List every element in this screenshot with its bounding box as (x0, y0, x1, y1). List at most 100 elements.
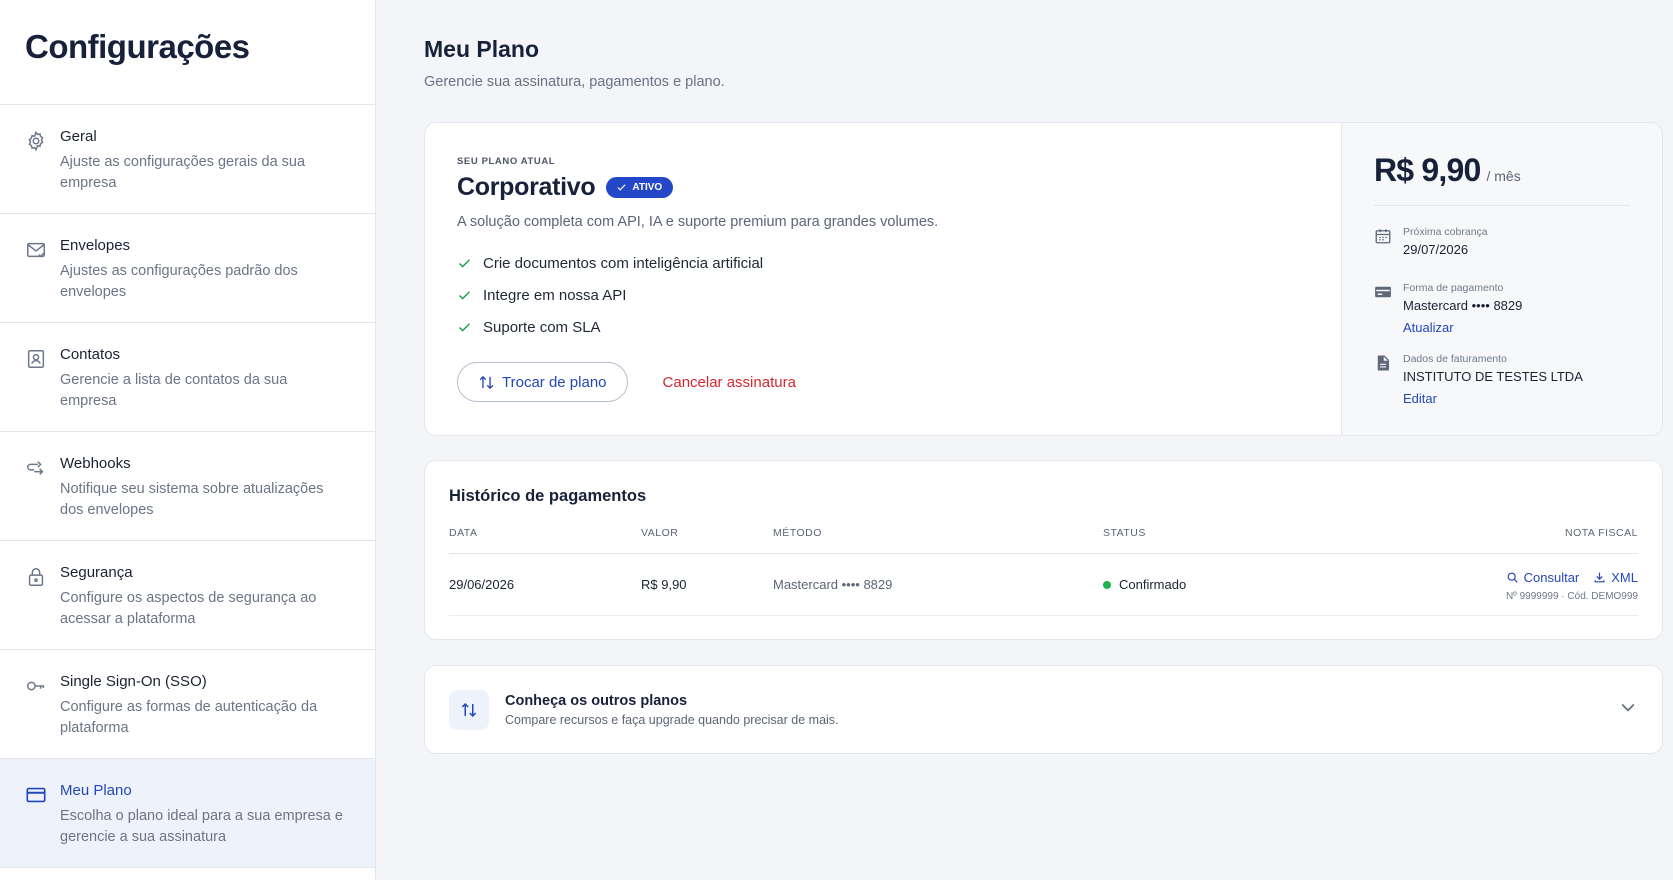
plan-feature-label: Integre em nossa API (483, 286, 627, 304)
app-root: Configurações Geral Ajuste as configuraç… (0, 0, 1673, 880)
column-header-status: STATUS (1103, 527, 1146, 539)
invoice-cell: Consultar XML Nº 9999999 · Cód. DEMO999 (1403, 568, 1638, 602)
price-row: R$ 9,90 / mês (1374, 152, 1630, 206)
plan-price-period: / mês (1486, 168, 1521, 184)
invoice-meta: Nº 9999999 · Cód. DEMO999 (1505, 590, 1638, 602)
plan-price: R$ 9,90 (1374, 152, 1481, 188)
next-charge-value: 29/07/2026 (1403, 242, 1469, 257)
page-title: Meu Plano (424, 36, 540, 62)
change-plan-button[interactable]: Trocar de plano (457, 362, 628, 402)
payment-date: 29/06/2026 (449, 577, 515, 592)
check-icon (617, 184, 626, 191)
sidebar-item-desc: Configure os aspectos de segurança ao ac… (60, 590, 317, 627)
calendar-icon (1374, 227, 1392, 245)
sidebar-item-contatos[interactable]: Contatos Gerencie a lista de contatos da… (0, 323, 375, 432)
payment-method-value: Mastercard •••• 8829 (1403, 298, 1523, 313)
column-header-invoice: NOTA FISCAL (1565, 527, 1638, 539)
chevron-down-icon (1618, 697, 1638, 722)
column-header-method: MÉTODO (773, 527, 822, 539)
other-plans-toggle[interactable]: Conheça os outros planos Compare recurso… (424, 665, 1663, 754)
document-icon (1374, 354, 1392, 372)
sidebar-item-sso[interactable]: Single Sign-On (SSO) Configure as formas… (0, 650, 375, 759)
payment-method: Mastercard •••• 8829 (773, 577, 893, 592)
sidebar-item-label: Geral (60, 128, 97, 145)
cancel-subscription-button[interactable]: Cancelar assinatura (663, 374, 796, 391)
plan-feature: Crie documentos com inteligência artific… (457, 247, 1309, 279)
payment-status: Confirmado (1103, 577, 1403, 592)
table-header: DATA VALOR MÉTODO STATUS NOTA FISCAL (449, 527, 1638, 554)
other-plans-text: Conheça os outros planos Compare recurso… (505, 693, 1618, 727)
column-header-date: DATA (449, 527, 478, 539)
plan-name: Corporativo (457, 173, 596, 201)
billing-data-info: Dados de faturamento INSTITUTO DE TESTES… (1374, 353, 1630, 406)
gear-icon (25, 130, 47, 152)
billing-data-label: Dados de faturamento (1403, 353, 1507, 365)
payment-value: R$ 9,90 (641, 577, 687, 592)
search-icon (1507, 572, 1518, 583)
key-icon (25, 675, 47, 697)
plan-description: A solução completa com API, IA e suporte… (457, 214, 939, 230)
sidebar-item-label: Single Sign-On (SSO) (60, 673, 207, 690)
plan-name-row: Corporativo ATIVO (457, 173, 1309, 202)
status-dot (1103, 580, 1111, 589)
plan-details: SEU PLANO ATUAL Corporativo ATIVO A solu… (425, 123, 1341, 435)
change-plan-label: Trocar de plano (502, 373, 607, 391)
sidebar-item-seguranca[interactable]: Segurança Configure os aspectos de segur… (0, 541, 375, 650)
sidebar-item-desc: Notifique seu sistema sobre atualizações… (60, 481, 324, 518)
sidebar-item-geral[interactable]: Geral Ajuste as configurações gerais da … (0, 105, 375, 214)
lock-icon (25, 566, 47, 588)
update-payment-link[interactable]: Atualizar (1403, 320, 1522, 335)
download-icon (1594, 572, 1605, 582)
page-subtitle: Gerencie sua assinatura, pagamentos e pl… (424, 74, 725, 90)
edit-billing-link[interactable]: Editar (1403, 391, 1583, 406)
next-charge-label: Próxima cobrança (1403, 226, 1488, 238)
other-plans-desc: Compare recursos e faça upgrade quando p… (505, 712, 839, 727)
billing-summary: R$ 9,90 / mês Próxima cobrança 29/07/202… (1341, 123, 1662, 435)
consult-invoice-label: Consultar (1523, 569, 1580, 585)
envelope-icon (25, 239, 47, 261)
payment-history-card: Histórico de pagamentos DATA VALOR MÉTOD… (424, 460, 1663, 640)
contacts-icon (25, 348, 47, 370)
check-icon (458, 322, 471, 332)
status-badge: ATIVO (606, 177, 674, 198)
consult-invoice-link[interactable]: Consultar (1506, 569, 1580, 585)
plan-feature: Suporte com SLA (457, 311, 1309, 343)
sidebar-item-desc: Configure as formas de autenticação da p… (60, 699, 318, 736)
sidebar-item-label: Segurança (60, 564, 133, 581)
sidebar-item-desc: Gerencie a lista de contatos da sua empr… (60, 372, 288, 409)
sidebar-item-meu-plano[interactable]: Meu Plano Escolha o plano ideal para a s… (0, 759, 375, 868)
check-icon (458, 290, 471, 300)
swap-arrows-icon (449, 689, 489, 730)
download-xml-label: XML (1611, 569, 1638, 585)
plan-actions: Trocar de plano Cancelar assinatura (457, 362, 1309, 402)
column-header-value: VALOR (641, 527, 679, 539)
credit-card-icon (25, 784, 47, 806)
sidebar-item-desc: Ajustes as configurações padrão dos enve… (60, 263, 298, 300)
sidebar-item-webhooks[interactable]: Webhooks Notifique seu sistema sobre atu… (0, 432, 375, 541)
sidebar-item-label: Envelopes (60, 237, 131, 254)
webhook-icon (25, 457, 47, 479)
settings-sidebar: Configurações Geral Ajuste as configuraç… (0, 0, 376, 880)
sidebar-item-desc: Ajuste as configurações gerais da sua em… (60, 154, 306, 191)
payment-status-label: Confirmado (1119, 577, 1187, 592)
check-icon (458, 258, 471, 268)
plan-feature-label: Suporte com SLA (483, 318, 601, 336)
payment-method-info: Forma de pagamento Mastercard •••• 8829 … (1374, 282, 1630, 335)
sidebar-item-label: Meu Plano (60, 782, 132, 799)
payment-method-label: Forma de pagamento (1403, 282, 1504, 294)
table-row: 29/06/2026 R$ 9,90 Mastercard •••• 8829 … (449, 554, 1638, 616)
credit-card-icon (1374, 283, 1392, 301)
status-badge-label: ATIVO (632, 182, 663, 193)
sidebar-item-envelopes[interactable]: Envelopes Ajustes as configurações padrã… (0, 214, 375, 323)
swap-arrows-icon (479, 375, 494, 389)
current-plan-card: SEU PLANO ATUAL Corporativo ATIVO A solu… (424, 122, 1663, 436)
payment-history-title: Histórico de pagamentos (449, 487, 647, 505)
download-xml-link[interactable]: XML (1593, 570, 1638, 585)
sidebar-title: Configurações (0, 0, 375, 105)
sidebar-item-desc: Escolha o plano ideal para a sua empresa… (60, 808, 343, 845)
plan-feature: Integre em nossa API (457, 279, 1309, 311)
plan-feature-label: Crie documentos com inteligência artific… (483, 254, 764, 272)
sidebar-item-label: Webhooks (60, 455, 131, 472)
next-charge-info: Próxima cobrança 29/07/2026 (1374, 226, 1630, 264)
billing-data-value: INSTITUTO DE TESTES LTDA (1403, 369, 1583, 384)
